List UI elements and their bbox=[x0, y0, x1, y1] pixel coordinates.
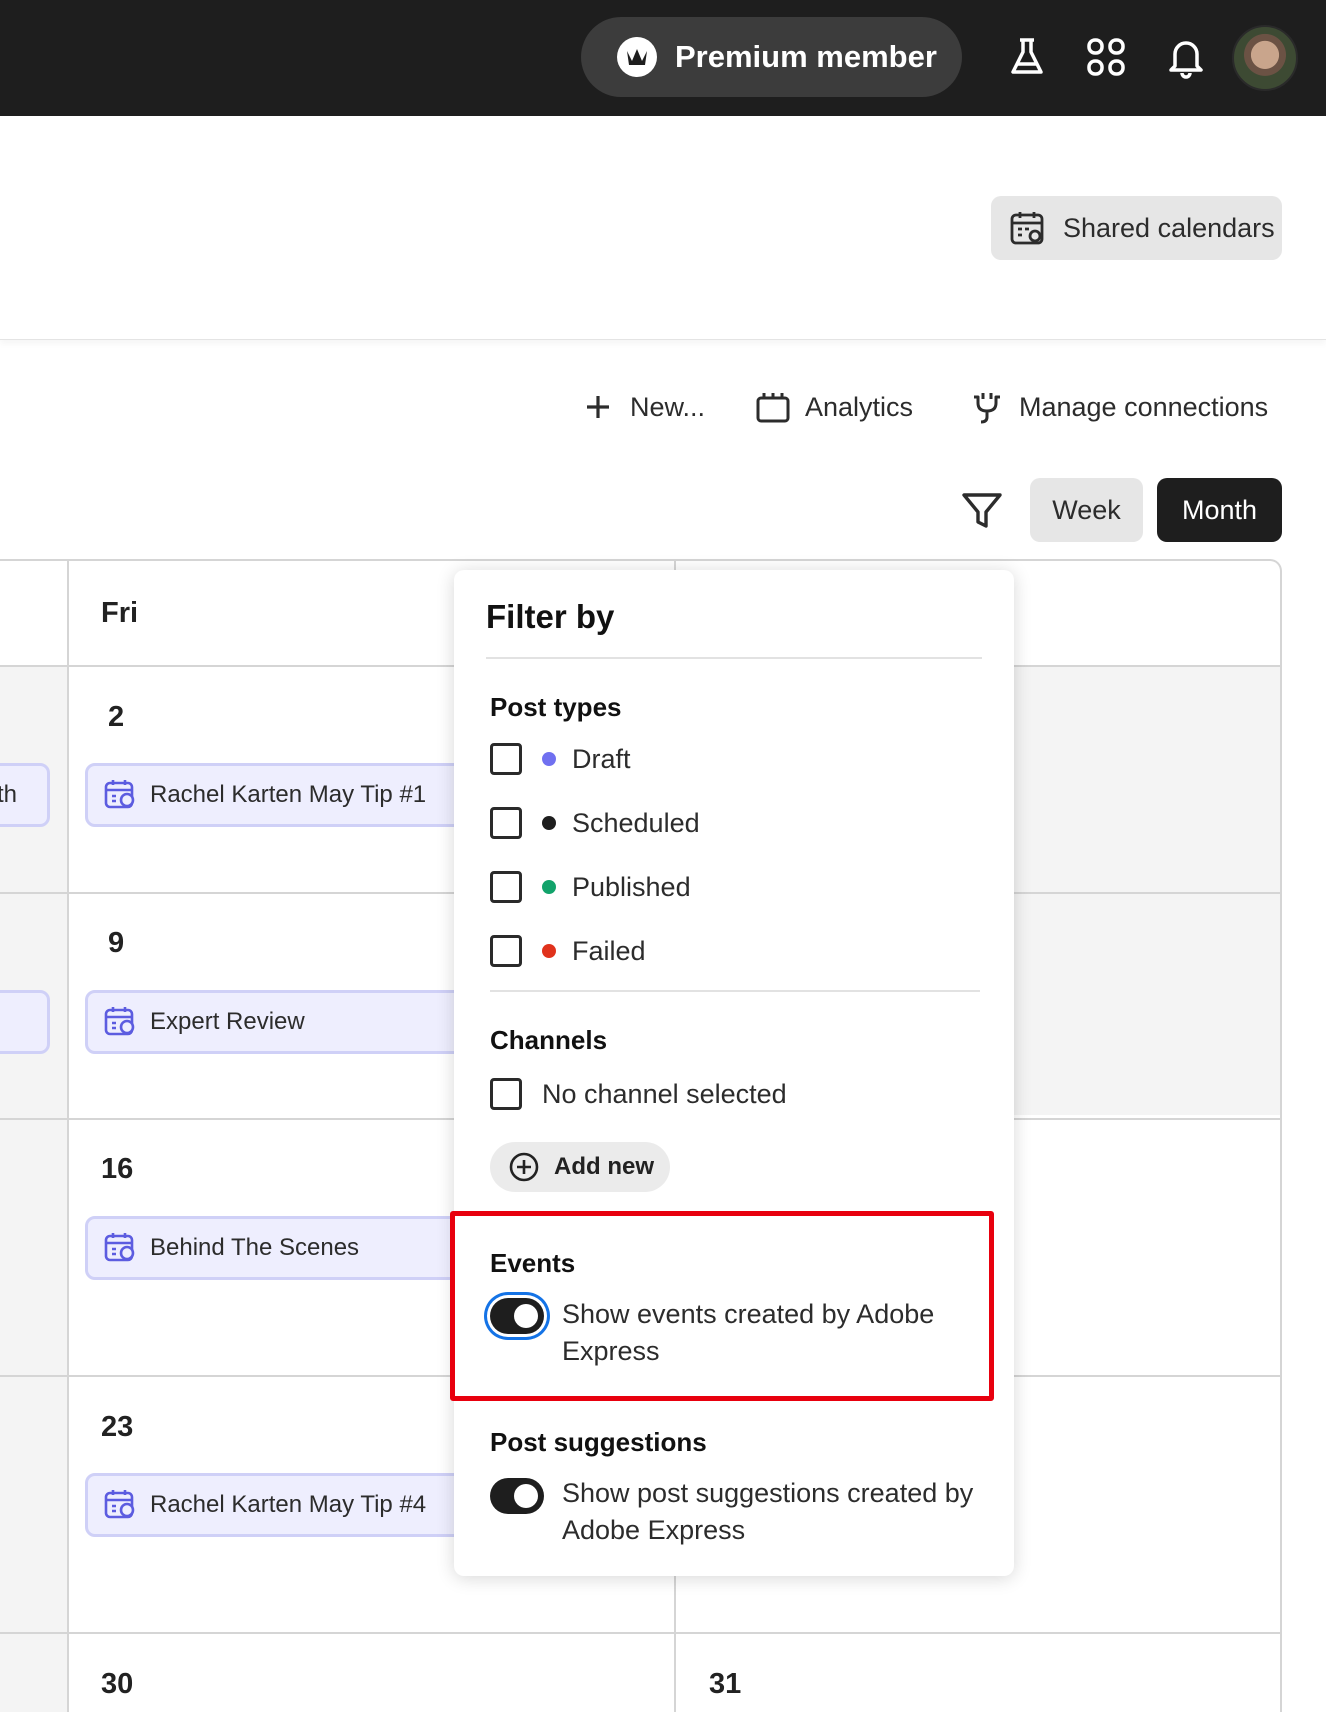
scheduled-checkbox[interactable] bbox=[490, 807, 522, 839]
post-suggestions-toggle-label: Show post suggestions created by Adobe E… bbox=[562, 1478, 974, 1545]
divider bbox=[490, 990, 980, 992]
shared-calendar-icon bbox=[1009, 209, 1047, 247]
filter-title: Filter by bbox=[486, 598, 615, 635]
highlight-box bbox=[450, 1211, 994, 1401]
event-pill[interactable]: th bbox=[0, 763, 50, 827]
plus-circle-icon bbox=[508, 1151, 540, 1183]
crown-icon bbox=[617, 37, 657, 77]
filter-icon[interactable] bbox=[960, 488, 1004, 532]
new-button[interactable]: New... bbox=[580, 386, 705, 428]
analytics-button[interactable]: Analytics bbox=[755, 386, 913, 428]
post-suggestions-toggle[interactable] bbox=[490, 1478, 544, 1514]
event-pill[interactable]: Behind The Scenes bbox=[85, 1216, 485, 1280]
filter-failed[interactable]: Failed bbox=[490, 933, 646, 969]
day-number: 9 bbox=[108, 927, 125, 959]
shared-calendars-label: Shared calendars bbox=[1063, 213, 1275, 243]
published-label: Published bbox=[572, 871, 691, 902]
add-new-label: Add new bbox=[554, 1153, 654, 1180]
shared-calendars-button[interactable]: Shared calendars bbox=[991, 196, 1282, 260]
filter-no-channel[interactable]: No channel selected bbox=[490, 1076, 787, 1112]
draft-dot bbox=[542, 752, 556, 766]
event-pill[interactable]: Expert Review bbox=[85, 990, 485, 1054]
plus-icon bbox=[580, 389, 616, 425]
event-title: Behind The Scenes bbox=[150, 1234, 360, 1261]
failed-dot bbox=[542, 944, 556, 958]
day-header-fri: Fri bbox=[101, 597, 139, 629]
plug-icon bbox=[969, 389, 1005, 425]
event-pill[interactable] bbox=[0, 990, 50, 1054]
draft-label: Draft bbox=[572, 743, 631, 774]
draft-checkbox[interactable] bbox=[490, 743, 522, 775]
apps-grid-icon[interactable] bbox=[1083, 34, 1129, 80]
beaker-icon[interactable] bbox=[1004, 34, 1050, 80]
post-types-title: Post types bbox=[490, 692, 622, 722]
scheduled-label: Scheduled bbox=[572, 807, 700, 838]
top-bar: Premium member bbox=[0, 0, 1326, 116]
channels-title: Channels bbox=[490, 1025, 608, 1055]
event-icon bbox=[104, 1488, 138, 1522]
manage-connections-button[interactable]: Manage connections bbox=[969, 386, 1268, 428]
no-channel-label: No channel selected bbox=[542, 1078, 787, 1109]
event-pill[interactable]: Rachel Karten May Tip #1 bbox=[85, 763, 485, 827]
add-new-channel-button[interactable]: Add new bbox=[490, 1142, 670, 1192]
day-number: 31 bbox=[709, 1668, 742, 1700]
day-number: 30 bbox=[101, 1668, 134, 1700]
filter-draft[interactable]: Draft bbox=[490, 741, 631, 777]
event-pill[interactable]: Rachel Karten May Tip #4 bbox=[85, 1473, 485, 1537]
week-view-button[interactable]: Week bbox=[1030, 478, 1143, 542]
event-title: Rachel Karten May Tip #4 bbox=[150, 1491, 427, 1518]
bell-icon[interactable] bbox=[1163, 34, 1209, 80]
event-icon bbox=[104, 1005, 138, 1039]
no-channel-checkbox[interactable] bbox=[490, 1078, 522, 1110]
day-number: 23 bbox=[101, 1411, 134, 1443]
user-avatar[interactable] bbox=[1232, 25, 1298, 91]
scheduled-dot bbox=[542, 816, 556, 830]
failed-checkbox[interactable] bbox=[490, 935, 522, 967]
published-checkbox[interactable] bbox=[490, 871, 522, 903]
filter-published[interactable]: Published bbox=[490, 869, 691, 905]
filter-popover: Filter by Post types Draft Scheduled Pub… bbox=[454, 570, 1014, 1576]
row-divider bbox=[0, 1632, 1280, 1634]
toggle-knob bbox=[514, 1484, 538, 1508]
analytics-icon bbox=[755, 389, 791, 425]
event-icon bbox=[104, 1231, 138, 1265]
failed-label: Failed bbox=[572, 935, 646, 966]
filter-scheduled[interactable]: Scheduled bbox=[490, 805, 700, 841]
manage-connections-label: Manage connections bbox=[1019, 391, 1269, 422]
premium-member-button[interactable]: Premium member bbox=[581, 17, 962, 97]
day-number: 2 bbox=[108, 701, 125, 733]
month-view-button[interactable]: Month bbox=[1157, 478, 1282, 542]
column-divider bbox=[67, 561, 69, 1712]
premium-member-label: Premium member bbox=[675, 39, 937, 74]
event-title: Rachel Karten May Tip #1 bbox=[150, 781, 427, 808]
event-pill-label: th bbox=[0, 781, 17, 808]
new-label: New... bbox=[630, 391, 706, 422]
post-suggestions-title: Post suggestions bbox=[490, 1427, 707, 1457]
divider bbox=[486, 657, 982, 659]
analytics-label: Analytics bbox=[805, 391, 914, 422]
published-dot bbox=[542, 880, 556, 894]
event-icon bbox=[104, 778, 138, 812]
day-number: 16 bbox=[101, 1153, 134, 1185]
event-title: Expert Review bbox=[150, 1008, 305, 1035]
